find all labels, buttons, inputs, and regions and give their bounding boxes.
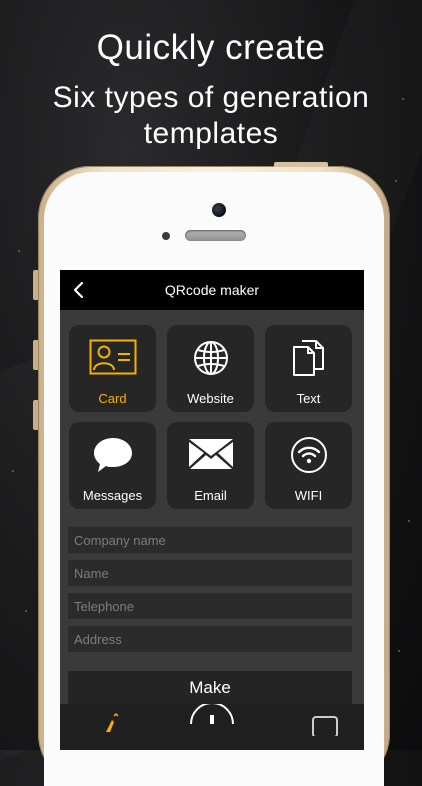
background-star [408, 520, 410, 522]
volume-down-button [33, 400, 38, 430]
tab-history-icon[interactable] [312, 716, 338, 736]
background-star [12, 470, 14, 472]
tile-messages[interactable]: Messages [69, 422, 156, 509]
mute-switch [33, 270, 38, 300]
speech-bubble-icon [93, 438, 132, 472]
proximity-sensor [162, 232, 170, 240]
bottom-tab-bar [60, 704, 364, 750]
tile-messages-label: Messages [82, 488, 143, 503]
make-button[interactable]: Make [68, 671, 352, 705]
tile-text-label: Text [296, 391, 321, 406]
app-screen: QRcode maker Card Website Text Messages … [60, 270, 364, 750]
background-star [395, 180, 397, 182]
name-input[interactable] [68, 560, 352, 586]
headline-subtitle-line1: Six types of generation [52, 81, 370, 114]
telephone-input[interactable] [68, 593, 352, 619]
background-star [18, 250, 20, 252]
earpiece-speaker [185, 230, 246, 241]
tile-email[interactable]: Email [167, 422, 254, 509]
tab-scan-icon[interactable] [189, 704, 235, 724]
tab-create-icon[interactable] [98, 712, 128, 732]
telephone-field [68, 593, 352, 619]
headline-title: Quickly create [96, 28, 326, 67]
company-name-field [68, 527, 352, 553]
tile-wifi-label: WIFI [294, 488, 323, 503]
wifi-icon [290, 437, 327, 473]
background-star [25, 610, 27, 612]
envelope-icon [188, 439, 233, 469]
navigation-bar: QRcode maker [60, 270, 364, 310]
tile-card[interactable]: Card [69, 325, 156, 412]
nav-title: QRcode maker [164, 282, 260, 298]
name-field [68, 560, 352, 586]
globe-icon [193, 341, 228, 375]
background-star [398, 650, 400, 652]
tile-text[interactable]: Text [265, 325, 352, 412]
tile-email-label: Email [194, 488, 227, 503]
company-name-input[interactable] [68, 527, 352, 553]
tile-wifi[interactable]: WIFI [265, 422, 352, 509]
address-field [68, 626, 352, 652]
volume-up-button [33, 340, 38, 370]
tile-website-label: Website [187, 391, 234, 406]
contact-card-icon [89, 339, 136, 375]
address-input[interactable] [68, 626, 352, 652]
tile-website[interactable]: Website [167, 325, 254, 412]
front-camera [212, 203, 226, 217]
power-button [274, 162, 328, 167]
headline-subtitle-line2: templates [143, 117, 279, 150]
tile-card-label: Card [98, 391, 127, 406]
documents-icon [292, 340, 324, 376]
